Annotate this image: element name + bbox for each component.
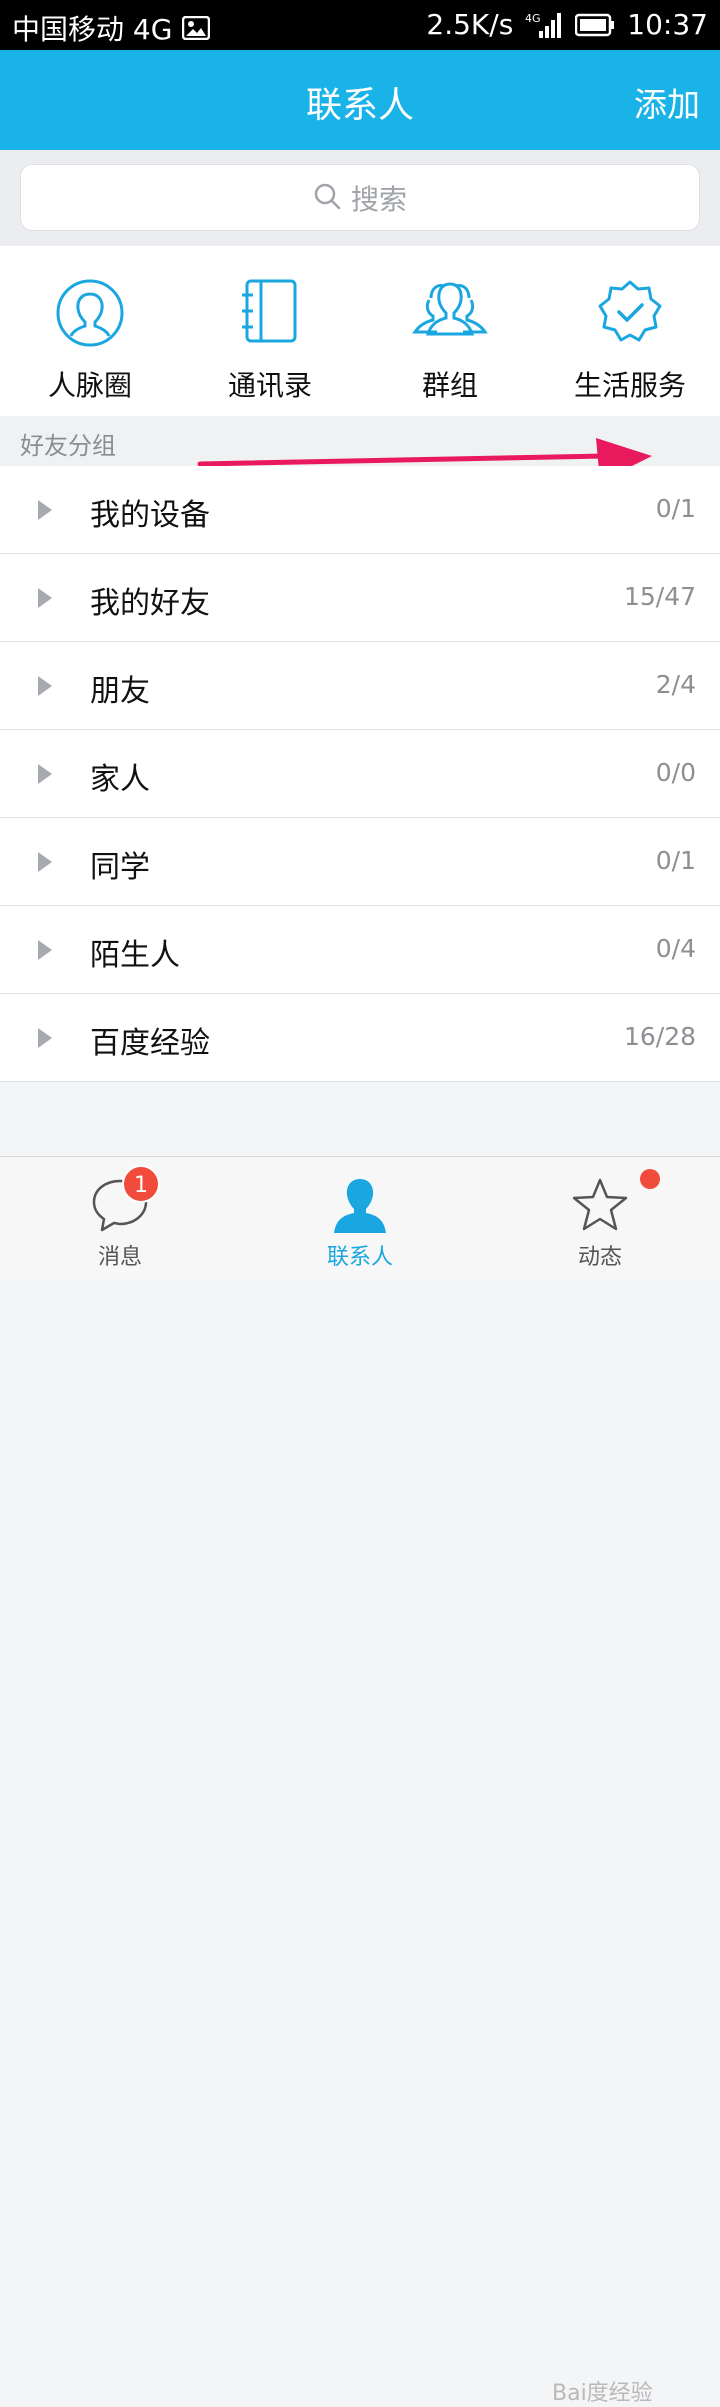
expand-arrow-icon xyxy=(38,764,52,784)
add-button[interactable]: 添加 xyxy=(634,78,700,126)
tab-messages[interactable]: 1 消息 xyxy=(0,1157,240,1281)
search-icon xyxy=(313,182,341,214)
group-name: 我的好友 xyxy=(90,586,210,621)
person-circle-icon xyxy=(55,278,125,352)
search-input[interactable]: 搜索 xyxy=(20,164,700,231)
tab-contacts[interactable]: 联系人 xyxy=(240,1157,480,1281)
group-icon xyxy=(411,278,489,342)
group-row[interactable]: 陌生人 0/4 xyxy=(0,906,720,994)
group-row[interactable]: 百度经验 16/28 xyxy=(0,994,720,1082)
watermark: Bai度经验 xyxy=(552,2381,653,2406)
shortcut-label: 通讯录 xyxy=(227,369,312,402)
group-row[interactable]: 我的设备 0/1 xyxy=(0,466,720,554)
expand-arrow-icon xyxy=(38,852,52,872)
group-name: 家人 xyxy=(90,762,150,797)
group-row[interactable]: 同学 0/1 xyxy=(0,818,720,906)
bottom-tab-bar: 1 消息 联系人 动态 Bai度经验 xyxy=(0,1156,720,2406)
expand-arrow-icon xyxy=(38,500,52,520)
search-placeholder: 搜索 xyxy=(350,182,407,216)
shortcut-contacts-circle[interactable]: 人脉圈 xyxy=(0,246,180,416)
expand-arrow-icon xyxy=(38,588,52,608)
section-title: 好友分组 xyxy=(20,432,116,460)
group-row[interactable]: 家人 0/0 xyxy=(0,730,720,818)
group-name: 百度经验 xyxy=(90,1026,210,1061)
clock: 10:37 xyxy=(627,8,708,41)
address-book-icon xyxy=(239,278,301,348)
shortcut-label: 人脉圈 xyxy=(47,369,132,402)
tab-label: 消息 xyxy=(97,1245,142,1270)
shortcut-label: 生活服务 xyxy=(573,369,686,402)
group-name: 陌生人 xyxy=(90,938,180,973)
person-icon xyxy=(330,1177,390,1239)
group-name: 我的设备 xyxy=(90,498,210,533)
group-count: 16/28 xyxy=(623,1022,696,1051)
group-count: 15/47 xyxy=(623,582,696,611)
image-notification-icon xyxy=(182,16,211,40)
app-header: 联系人 添加 xyxy=(0,50,720,150)
shortcut-life-services[interactable]: 生活服务 xyxy=(540,246,720,416)
svg-text:4G: 4G xyxy=(525,12,541,25)
expand-arrow-icon xyxy=(38,1028,52,1048)
shortcut-grid: 人脉圈 通讯录 群组 生活服务 xyxy=(0,246,720,416)
tab-moments[interactable]: 动态 xyxy=(480,1157,720,1281)
group-row[interactable]: 朋友 2/4 xyxy=(0,642,720,730)
group-name: 同学 xyxy=(90,850,150,885)
group-count: 2/4 xyxy=(655,670,696,699)
tab-label: 联系人 xyxy=(326,1245,393,1270)
carrier-label: 中国移动 4G xyxy=(12,13,173,46)
expand-arrow-icon xyxy=(38,676,52,696)
shortcut-label: 群组 xyxy=(421,369,478,402)
friend-group-list: 我的设备 0/1 我的好友 15/47 朋友 2/4 家人 0/0 同学 0/1… xyxy=(0,466,720,1082)
new-activity-dot xyxy=(640,1169,660,1189)
group-row[interactable]: 我的好友 15/47 xyxy=(0,554,720,642)
status-bar: 中国移动 4G 2.5K/s 4G 10:37 xyxy=(0,0,720,50)
shortcut-address-book[interactable]: 通讯录 xyxy=(180,246,360,416)
search-area: 搜索 xyxy=(0,150,720,246)
badge-check-icon xyxy=(596,278,664,350)
group-count: 0/1 xyxy=(655,494,696,523)
unread-badge: 1 xyxy=(122,1165,160,1203)
group-count: 0/1 xyxy=(655,846,696,875)
battery-icon xyxy=(575,13,615,37)
page-title: 联系人 xyxy=(305,85,414,126)
group-count: 0/4 xyxy=(655,934,696,963)
expand-arrow-icon xyxy=(38,940,52,960)
4g-signal-icon: 4G xyxy=(525,11,563,39)
tab-label: 动态 xyxy=(577,1245,622,1270)
group-name: 朋友 xyxy=(90,674,150,709)
star-icon xyxy=(570,1177,630,1239)
group-count: 0/0 xyxy=(655,758,696,787)
network-speed: 2.5K/s xyxy=(426,8,514,41)
shortcut-groups[interactable]: 群组 xyxy=(360,246,540,416)
